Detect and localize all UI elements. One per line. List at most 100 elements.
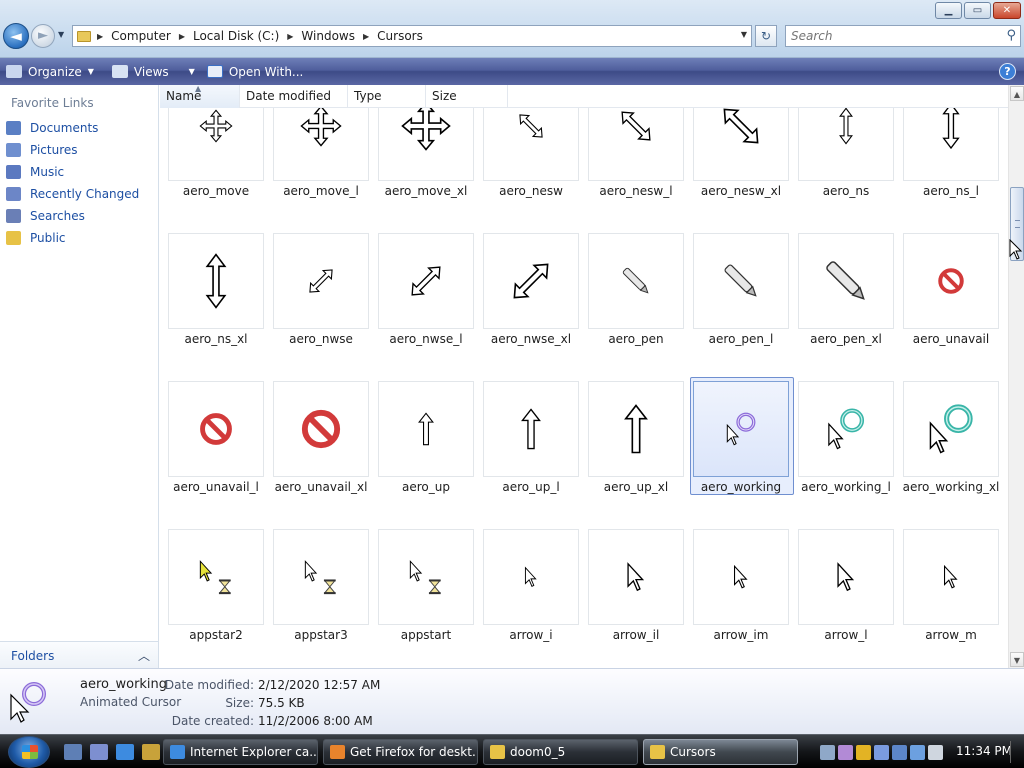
arrow-cursor-icon xyxy=(733,564,748,589)
help-icon[interactable]: ? xyxy=(999,63,1016,80)
breadcrumb-arrow-icon[interactable]: ▶ xyxy=(287,32,293,41)
file-item[interactable]: appstar3 xyxy=(265,108,370,642)
minimize-button[interactable]: ▁ xyxy=(935,2,962,19)
sidebar-item-music[interactable]: Music xyxy=(6,165,64,179)
network-icon[interactable] xyxy=(910,745,925,760)
switch-windows-icon[interactable] xyxy=(90,744,108,760)
recent-icon xyxy=(6,187,21,201)
breadcrumb-arrow-icon[interactable]: ▶ xyxy=(97,32,103,41)
unavailable-cursor-icon xyxy=(200,413,232,445)
file-item[interactable]: arrow_i xyxy=(475,108,580,642)
file-thumbnail[interactable] xyxy=(273,381,369,477)
sidebar-item-pictures[interactable]: Pictures xyxy=(6,143,78,157)
recent-pages-dropdown[interactable]: ▼ xyxy=(58,30,64,39)
file-thumbnail[interactable] xyxy=(168,529,264,625)
file-thumbnail[interactable] xyxy=(483,529,579,625)
column-header-size[interactable]: Size xyxy=(426,85,508,108)
file-name: appstar3 xyxy=(294,628,348,642)
file-thumbnail[interactable] xyxy=(483,381,579,477)
file-thumbnail[interactable] xyxy=(693,529,789,625)
sidebar-item-searches[interactable]: Searches xyxy=(6,209,85,223)
file-name: aero_nwse_l xyxy=(389,332,463,346)
start-button[interactable] xyxy=(8,736,50,768)
taskbar-button[interactable]: doom0_5 xyxy=(483,739,638,765)
file-thumbnail[interactable] xyxy=(378,381,474,477)
breadcrumb-computer[interactable]: Computer xyxy=(111,29,171,43)
file-thumbnail[interactable] xyxy=(378,529,474,625)
file-name: aero_unavail_l xyxy=(173,480,259,494)
taskbar-button[interactable]: Internet Explorer ca... xyxy=(163,739,318,765)
column-header-date-modified[interactable]: Date modified xyxy=(240,85,348,108)
forward-button[interactable]: ► xyxy=(31,24,55,48)
tray-icon-4[interactable] xyxy=(874,745,889,760)
file-name: aero_nwse xyxy=(289,332,353,346)
back-button[interactable]: ◄ xyxy=(3,23,29,49)
file-item[interactable]: arrow_m xyxy=(895,108,1000,642)
file-item[interactable]: arrow_l xyxy=(790,108,895,642)
refresh-button[interactable]: ↻ xyxy=(755,25,777,47)
breadcrumb-cursors[interactable]: Cursors xyxy=(377,29,423,43)
file-thumbnail[interactable] xyxy=(588,381,684,477)
tray-icon-2[interactable] xyxy=(838,745,853,760)
file-name: aero_working_l xyxy=(801,480,891,494)
internet-explorer-icon[interactable] xyxy=(116,744,134,760)
organize-label: Organize xyxy=(28,64,82,79)
working-cursor-icon xyxy=(10,682,46,723)
show-desktop-strip[interactable] xyxy=(1010,741,1020,763)
sidebar-item-label: Documents xyxy=(30,121,99,135)
volume-icon[interactable] xyxy=(928,745,943,760)
breadcrumb-arrow-icon[interactable]: ▶ xyxy=(363,32,369,41)
scroll-up-button[interactable]: ▲ xyxy=(1010,86,1024,101)
address-bar[interactable]: ▶ Computer ▶ Local Disk (C:) ▶ Windows ▶… xyxy=(72,25,752,47)
tray-icon-5[interactable] xyxy=(892,745,907,760)
sort-ascending-icon: ▲ xyxy=(195,84,202,93)
column-header-name[interactable]: ▲ Name xyxy=(160,84,240,108)
breadcrumb-local-disk[interactable]: Local Disk (C:) xyxy=(193,29,279,43)
file-thumbnail[interactable] xyxy=(273,529,369,625)
file-thumbnail[interactable] xyxy=(693,381,789,477)
search-icon[interactable]: ⚲ xyxy=(1006,28,1016,43)
file-item[interactable]: arrow_im xyxy=(685,108,790,642)
maximize-button[interactable]: ▭ xyxy=(964,2,991,19)
search-box[interactable]: ⚲ xyxy=(785,25,1021,47)
file-item[interactable]: arrow_il xyxy=(580,108,685,642)
vertical-scrollbar[interactable]: ▲ ▼ xyxy=(1008,85,1024,668)
file-thumbnail[interactable] xyxy=(903,529,999,625)
file-thumbnail[interactable] xyxy=(588,529,684,625)
taskbar-button[interactable]: Cursors xyxy=(643,739,798,765)
views-button[interactable]: Views ▼ xyxy=(106,58,201,85)
sidebar-item-documents[interactable]: Documents xyxy=(6,121,98,135)
clock[interactable]: 11:34 PM xyxy=(956,744,1012,758)
sidebar-item-recently-changed[interactable]: Recently Changed xyxy=(6,187,139,201)
size-label: Size: xyxy=(225,696,254,710)
file-item[interactable]: appstar2 xyxy=(160,108,265,642)
address-dropdown-icon[interactable]: ▼ xyxy=(741,30,747,39)
taskbar-button[interactable]: Get Firefox for deskt... xyxy=(323,739,478,765)
file-thumbnail[interactable] xyxy=(168,381,264,477)
working-cursor-icon xyxy=(828,408,865,450)
file-thumbnail[interactable] xyxy=(798,381,894,477)
close-button[interactable]: ✕ xyxy=(993,2,1021,19)
sidebar-item-public[interactable]: Public xyxy=(6,231,66,245)
open-with-button[interactable]: Open With... xyxy=(201,58,310,85)
file-thumbnail[interactable] xyxy=(798,529,894,625)
security-shield-icon[interactable] xyxy=(856,745,871,760)
up-arrow-cursor-icon xyxy=(418,412,434,446)
column-header-type[interactable]: Type xyxy=(348,85,426,108)
appstarting-cursor-icon xyxy=(409,560,441,595)
up-arrow-cursor-icon xyxy=(521,408,541,450)
organize-button[interactable]: Organize ▼ xyxy=(0,58,100,85)
breadcrumb-windows[interactable]: Windows xyxy=(301,29,355,43)
search-input[interactable] xyxy=(786,26,986,46)
folders-toggle[interactable]: Folders ︿ xyxy=(0,641,158,668)
breadcrumb-arrow-icon[interactable]: ▶ xyxy=(179,32,185,41)
scroll-down-button[interactable]: ▼ xyxy=(1010,652,1024,667)
show-desktop-icon[interactable] xyxy=(64,744,82,760)
folders-label: Folders xyxy=(11,649,55,663)
media-icon[interactable] xyxy=(142,744,160,760)
pictures-icon xyxy=(6,143,21,157)
tray-icon-1[interactable] xyxy=(820,745,835,760)
file-thumbnail[interactable] xyxy=(903,381,999,477)
arrow-cursor-icon xyxy=(943,564,958,589)
file-item[interactable]: appstart xyxy=(370,108,475,642)
